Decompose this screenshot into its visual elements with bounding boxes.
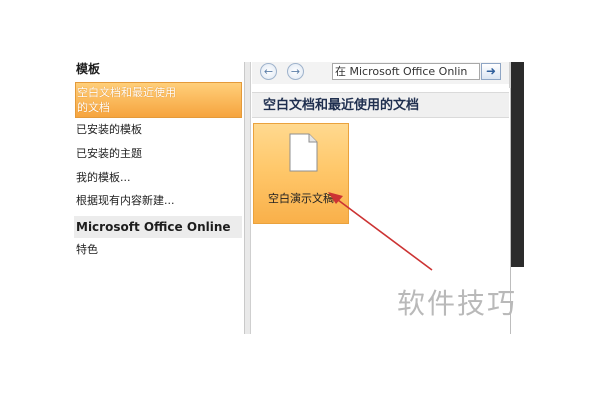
annotation-arrow-icon <box>328 192 433 271</box>
watermark-text: 软件技巧 <box>397 287 518 320</box>
